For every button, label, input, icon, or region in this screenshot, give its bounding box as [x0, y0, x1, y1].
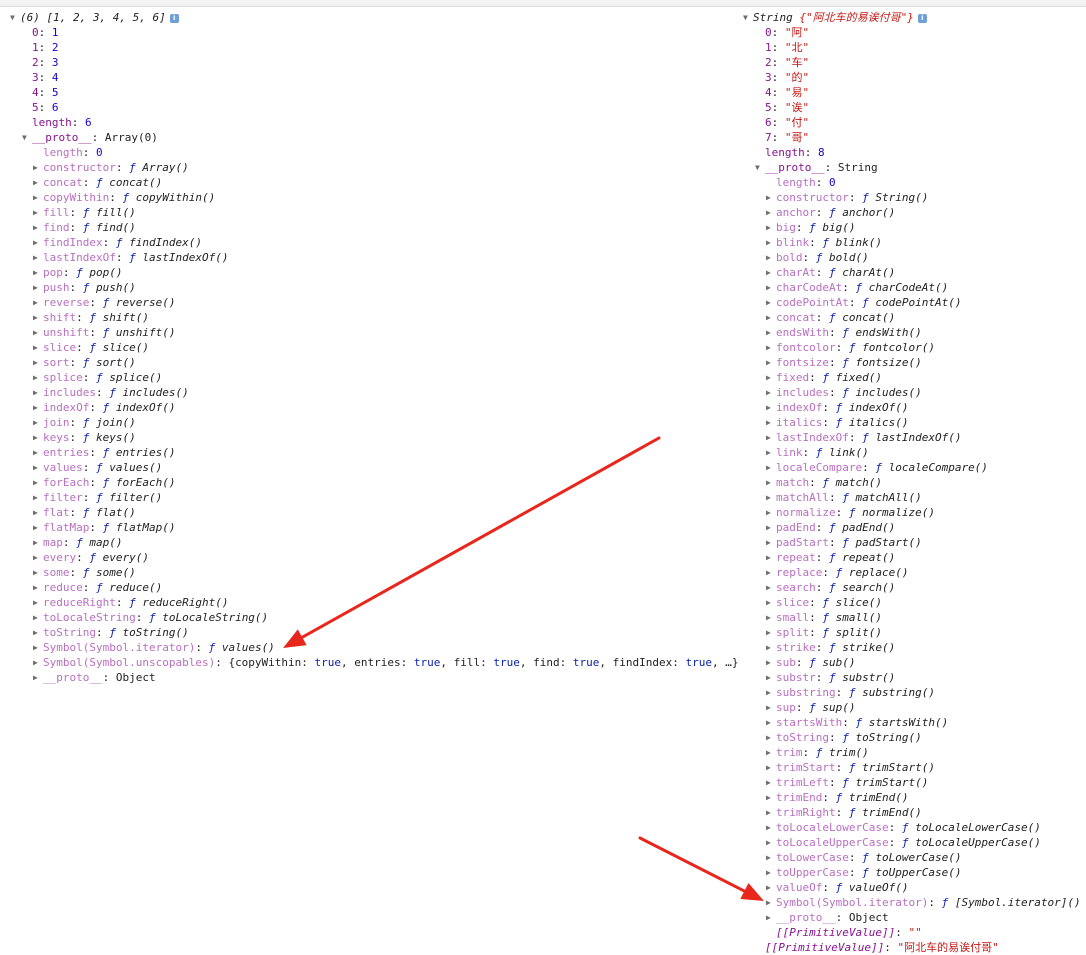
annotation-arrows — [283, 436, 764, 901]
arrow-to-string-symbol-iterator-shaft — [638, 836, 746, 893]
arrow-to-array-symbol-iterator-head — [283, 629, 307, 648]
arrow-to-array-symbol-iterator-shaft — [300, 436, 661, 639]
arrow-to-string-symbol-iterator — [638, 836, 764, 901]
arrow-to-array-symbol-iterator — [283, 436, 661, 648]
